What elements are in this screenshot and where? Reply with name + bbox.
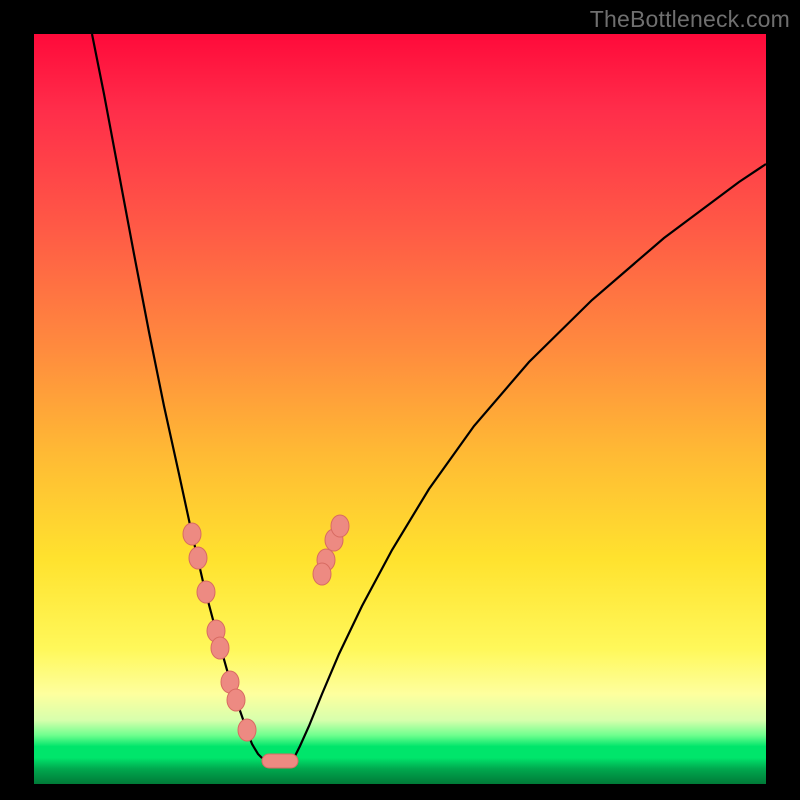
data-marker	[331, 515, 349, 537]
watermark-text: TheBottleneck.com	[590, 6, 790, 33]
data-marker	[227, 689, 245, 711]
curves-svg	[34, 34, 766, 784]
right-curve	[294, 164, 766, 758]
data-marker	[238, 719, 256, 741]
left-curve	[92, 34, 262, 758]
data-marker	[183, 523, 201, 545]
data-marker	[189, 547, 207, 569]
data-marker	[211, 637, 229, 659]
chart-frame: TheBottleneck.com	[0, 0, 800, 800]
data-marker	[197, 581, 215, 603]
data-marker	[313, 563, 331, 585]
markers-right	[313, 515, 349, 585]
plot-area	[34, 34, 766, 784]
valley-pill-marker	[262, 754, 298, 768]
markers-left	[183, 523, 256, 741]
